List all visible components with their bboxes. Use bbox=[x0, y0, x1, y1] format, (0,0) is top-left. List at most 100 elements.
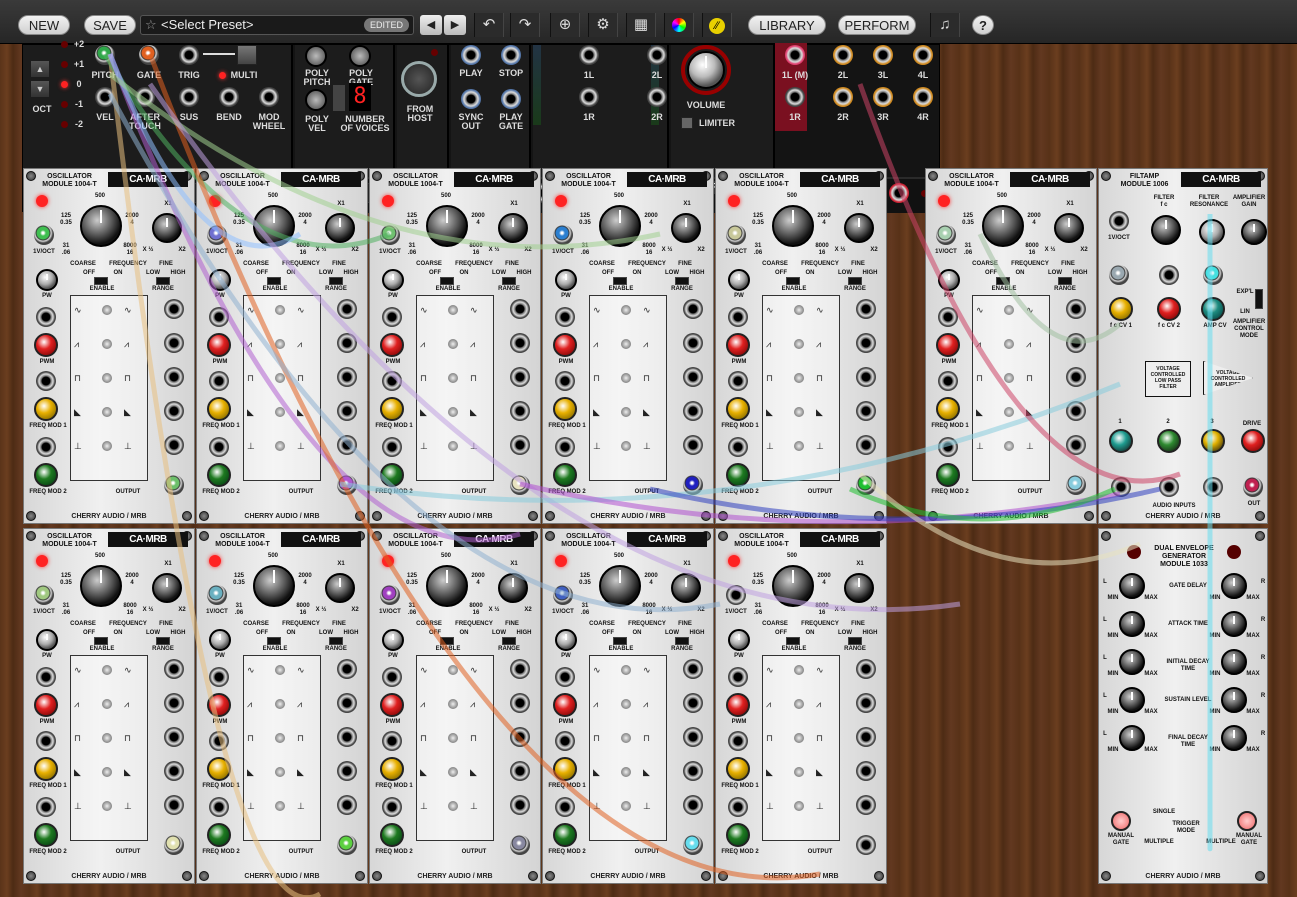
osc-wave-out-jack[interactable] bbox=[510, 401, 530, 421]
osc-wave-switch[interactable] bbox=[794, 441, 804, 451]
fc-cv1-knob[interactable] bbox=[1109, 297, 1133, 321]
redo-icon[interactable]: ↷ bbox=[510, 13, 540, 37]
osc-wave-out-jack[interactable] bbox=[510, 693, 530, 713]
osc-pwm-knob[interactable] bbox=[34, 693, 58, 717]
osc-wave-out-jack[interactable] bbox=[1066, 401, 1086, 421]
osc-wave-out-jack[interactable] bbox=[683, 401, 703, 421]
audio-out-jack[interactable] bbox=[873, 45, 893, 65]
osc-wave-out-jack[interactable] bbox=[164, 761, 184, 781]
osc-fm2-knob[interactable] bbox=[34, 823, 58, 847]
osc-wave-out-jack[interactable] bbox=[856, 659, 876, 679]
osc-wave-out-jack[interactable] bbox=[337, 659, 357, 679]
osc-fine-knob[interactable] bbox=[498, 213, 528, 243]
osc-wave-switch[interactable] bbox=[621, 699, 631, 709]
audio-in-jack[interactable] bbox=[579, 87, 599, 107]
osc-range-switch[interactable] bbox=[329, 277, 343, 285]
osc-wave-switch[interactable] bbox=[448, 767, 458, 777]
osc-wave-switch[interactable] bbox=[102, 801, 112, 811]
audio-in-jack[interactable] bbox=[647, 87, 667, 107]
osc-1voct-jack[interactable] bbox=[207, 585, 227, 605]
osc-pwm-jack[interactable] bbox=[36, 307, 56, 327]
osc-enable-switch[interactable] bbox=[613, 277, 627, 285]
osc-wave-out-jack[interactable] bbox=[856, 299, 876, 319]
osc-fm1-knob[interactable] bbox=[380, 397, 404, 421]
osc-enable-switch[interactable] bbox=[94, 637, 108, 645]
osc-fm2-jack[interactable] bbox=[728, 797, 748, 817]
osc-wave-out-jack[interactable] bbox=[856, 795, 876, 815]
osc-wave-switch[interactable] bbox=[275, 801, 285, 811]
zoom-icon[interactable]: ⊕ bbox=[550, 13, 580, 37]
osc-range-switch[interactable] bbox=[502, 637, 516, 645]
env-right-stage-knob[interactable] bbox=[1221, 725, 1247, 751]
osc-pwm-jack[interactable] bbox=[728, 307, 748, 327]
osc-wave-switch[interactable] bbox=[102, 305, 112, 315]
osc-fm2-jack[interactable] bbox=[36, 437, 56, 457]
osc-fm1-jack[interactable] bbox=[728, 371, 748, 391]
osc-output-jack[interactable] bbox=[683, 475, 703, 495]
amp-gain-knob[interactable] bbox=[1241, 219, 1267, 245]
osc-fm2-jack[interactable] bbox=[382, 437, 402, 457]
osc-fm1-jack[interactable] bbox=[209, 731, 229, 751]
osc-enable-switch[interactable] bbox=[786, 277, 800, 285]
env-right-stage-knob[interactable] bbox=[1221, 687, 1247, 713]
osc-wave-switch[interactable] bbox=[275, 733, 285, 743]
osc-coarse-knob[interactable] bbox=[426, 205, 468, 247]
osc-coarse-knob[interactable] bbox=[80, 205, 122, 247]
osc-wave-out-jack[interactable] bbox=[683, 299, 703, 319]
osc-wave-switch[interactable] bbox=[275, 373, 285, 383]
osc-fm1-knob[interactable] bbox=[34, 397, 58, 421]
amp-mode-switch[interactable] bbox=[1255, 289, 1263, 309]
osc-1voct-jack[interactable] bbox=[34, 225, 54, 245]
osc-wave-switch[interactable] bbox=[102, 407, 112, 417]
osc-wave-out-jack[interactable] bbox=[337, 795, 357, 815]
drive-knob[interactable] bbox=[1241, 429, 1265, 453]
osc-wave-switch[interactable] bbox=[1004, 339, 1014, 349]
osc-output-jack[interactable] bbox=[337, 475, 357, 495]
osc-fm2-knob[interactable] bbox=[34, 463, 58, 487]
osc-wave-out-jack[interactable] bbox=[683, 693, 703, 713]
oct-up-arrow-icon[interactable]: ▲ bbox=[31, 61, 49, 77]
osc-wave-out-jack[interactable] bbox=[164, 401, 184, 421]
osc-fine-knob[interactable] bbox=[671, 213, 701, 243]
osc-pw-knob[interactable] bbox=[209, 629, 231, 651]
osc-wave-out-jack[interactable] bbox=[683, 659, 703, 679]
amp-cv-knob[interactable] bbox=[1201, 297, 1225, 321]
osc-fm1-jack[interactable] bbox=[36, 371, 56, 391]
osc-wave-out-jack[interactable] bbox=[683, 761, 703, 781]
osc-wave-switch[interactable] bbox=[1004, 305, 1014, 315]
osc-range-switch[interactable] bbox=[502, 277, 516, 285]
filtamp-audio-in-jack[interactable] bbox=[1159, 477, 1179, 497]
osc-wave-out-jack[interactable] bbox=[683, 727, 703, 747]
osc-range-switch[interactable] bbox=[675, 637, 689, 645]
osc-output-jack[interactable] bbox=[337, 835, 357, 855]
osc-wave-switch[interactable] bbox=[102, 733, 112, 743]
osc-pwm-jack[interactable] bbox=[382, 307, 402, 327]
osc-pw-knob[interactable] bbox=[36, 629, 58, 651]
env-right-stage-knob[interactable] bbox=[1221, 611, 1247, 637]
audio-out-jack[interactable] bbox=[913, 45, 933, 65]
transport-jack[interactable] bbox=[461, 89, 481, 109]
volume-knob[interactable] bbox=[687, 51, 725, 89]
osc-fine-knob[interactable] bbox=[844, 213, 874, 243]
osc-fm2-knob[interactable] bbox=[553, 463, 577, 487]
amp-cv-jack[interactable] bbox=[1203, 265, 1223, 285]
osc-1voct-jack[interactable] bbox=[380, 585, 400, 605]
osc-range-switch[interactable] bbox=[156, 277, 170, 285]
osc-wave-out-jack[interactable] bbox=[856, 761, 876, 781]
osc-wave-out-jack[interactable] bbox=[856, 401, 876, 421]
env-left-stage-knob[interactable] bbox=[1119, 573, 1145, 599]
osc-wave-out-jack[interactable] bbox=[510, 333, 530, 353]
osc-range-switch[interactable] bbox=[156, 637, 170, 645]
osc-wave-switch[interactable] bbox=[448, 441, 458, 451]
filtamp-out-jack[interactable] bbox=[1243, 477, 1263, 497]
osc-fm1-jack[interactable] bbox=[555, 731, 575, 751]
osc-fine-knob[interactable] bbox=[152, 573, 182, 603]
osc-fm1-knob[interactable] bbox=[726, 397, 750, 421]
osc-fm1-jack[interactable] bbox=[938, 371, 958, 391]
osc-pw-knob[interactable] bbox=[555, 269, 577, 291]
osc-pw-knob[interactable] bbox=[728, 629, 750, 651]
filtamp-input-knob[interactable] bbox=[1201, 429, 1225, 453]
audio-out-jack[interactable] bbox=[833, 45, 853, 65]
transport-jack[interactable] bbox=[461, 45, 481, 65]
osc-wave-out-jack[interactable] bbox=[683, 333, 703, 353]
